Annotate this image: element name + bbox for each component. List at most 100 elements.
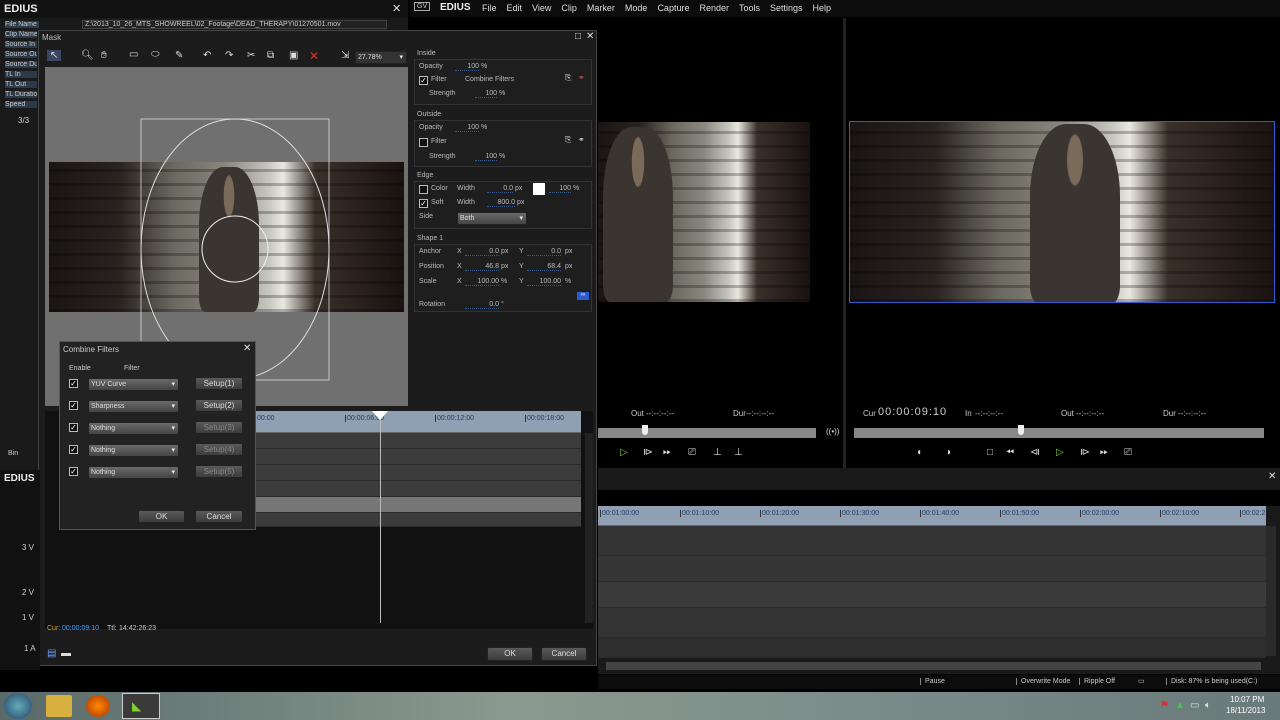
- recorder-next-frame-icon[interactable]: ⧐: [1080, 447, 1090, 458]
- tray-network-icon[interactable]: ▭: [1190, 700, 1199, 711]
- player-next-frame-icon[interactable]: ⧐: [643, 447, 653, 458]
- edius-taskbar-icon[interactable]: ◣: [122, 693, 160, 719]
- position-y[interactable]: 68.4: [527, 263, 561, 271]
- clock-time[interactable]: 10:07 PM: [1230, 695, 1264, 704]
- filter-link-icon[interactable]: ⚭: [578, 73, 585, 82]
- maximize-icon[interactable]: □: [575, 31, 581, 42]
- ellipse-tool-icon[interactable]: ⬭: [151, 49, 160, 60]
- edge-color-width[interactable]: 0.0: [487, 185, 513, 193]
- close-icon[interactable]: ✕: [1268, 471, 1276, 482]
- combine-cancel-button[interactable]: Cancel: [195, 510, 243, 523]
- rewind-icon[interactable]: ⏪︎: [1006, 447, 1014, 458]
- insert-to-timeline-icon[interactable]: ⊥: [713, 447, 722, 458]
- setup-button[interactable]: Setup(1): [195, 377, 243, 390]
- enable-checkbox[interactable]: ✓: [69, 401, 78, 410]
- menu-edit[interactable]: Edit: [507, 3, 523, 13]
- firefox-taskbar-icon[interactable]: [86, 695, 110, 717]
- zoom-select[interactable]: 27.78%: [355, 51, 407, 64]
- prev-frame-icon[interactable]: ⧏: [1030, 447, 1040, 458]
- close-icon[interactable]: ✕: [243, 343, 251, 354]
- recorder-play-icon[interactable]: ▷: [1056, 447, 1064, 458]
- filter-settings-icon[interactable]: ⎘: [565, 73, 571, 83]
- enable-checkbox[interactable]: ✓: [69, 379, 78, 388]
- player-loop-icon[interactable]: ⎚: [688, 447, 696, 458]
- menu-capture[interactable]: Capture: [657, 3, 689, 13]
- mask-timeline-ruler[interactable]: 00:00 00:00:06:00 00:00:12:00 00:00:18:00: [255, 411, 581, 433]
- copy-icon[interactable]: ⧉: [267, 50, 274, 61]
- rotation-value[interactable]: 0.0: [465, 301, 499, 309]
- mask-cancel-button[interactable]: Cancel: [541, 647, 587, 661]
- player-fast-forward-icon[interactable]: ⏩︎: [663, 447, 671, 458]
- tray-volume-icon[interactable]: 🔈︎: [1205, 700, 1211, 711]
- enable-checkbox[interactable]: ✓: [69, 423, 78, 432]
- player-play-icon[interactable]: ▷: [620, 447, 628, 458]
- recorder-loop-icon[interactable]: ⎚: [1124, 447, 1132, 458]
- link-scale-icon[interactable]: ∞: [577, 292, 589, 300]
- delete-icon[interactable]: ✕: [309, 49, 319, 63]
- timeline-v-scrollbar[interactable]: [1266, 526, 1276, 656]
- outside-filter-checkbox[interactable]: [419, 138, 428, 147]
- menu-settings[interactable]: Settings: [770, 3, 803, 13]
- menu-mode[interactable]: Mode: [625, 3, 648, 13]
- playhead[interactable]: [380, 411, 381, 623]
- filter-select[interactable]: Nothing: [88, 444, 179, 457]
- start-button[interactable]: [4, 693, 32, 719]
- overwrite-to-timeline-icon[interactable]: ⊥: [734, 447, 743, 458]
- scale-x[interactable]: 100.00: [465, 278, 499, 286]
- scale-y[interactable]: 100.00: [527, 278, 561, 286]
- menu-render[interactable]: Render: [699, 3, 729, 13]
- edge-soft-width[interactable]: 800.0: [487, 199, 515, 207]
- paste-icon[interactable]: ▣: [289, 50, 298, 61]
- hand-tool-icon[interactable]: ✋︎: [101, 50, 107, 61]
- filter-select[interactable]: Sharpness: [88, 400, 179, 413]
- set-in-icon[interactable]: ◖: [916, 447, 922, 458]
- setup-button[interactable]: Setup(2): [195, 399, 243, 412]
- undo-icon[interactable]: ↶: [203, 50, 211, 61]
- playhead-handle[interactable]: [372, 411, 388, 420]
- rectangle-tool-icon[interactable]: ▭: [129, 49, 138, 60]
- edge-color-checkbox[interactable]: [419, 185, 428, 194]
- zoom-tool-icon[interactable]: 🔍︎: [81, 50, 94, 61]
- timeline-ruler[interactable]: 00:01:00:00 00:01:10:00 00:01:20:00 00:01:3…: [598, 506, 1266, 526]
- close-icon[interactable]: ✕: [586, 31, 594, 42]
- filter-settings-icon[interactable]: ⎘: [565, 135, 571, 145]
- filter-select[interactable]: Nothing: [88, 466, 179, 479]
- setup-button[interactable]: Setup(4): [195, 443, 243, 456]
- filter-select[interactable]: Nothing: [88, 422, 179, 435]
- tray-drive-icon[interactable]: ▲: [1175, 700, 1185, 711]
- clock-date[interactable]: 18/11/2013: [1226, 706, 1265, 715]
- edge-color-opacity[interactable]: 100: [549, 185, 571, 193]
- position-x[interactable]: 46.8: [465, 263, 499, 271]
- filter-select[interactable]: YUV Curve: [88, 378, 179, 391]
- mask-ok-button[interactable]: OK: [487, 647, 533, 661]
- edge-soft-checkbox[interactable]: ✓: [419, 199, 428, 208]
- recorder-fast-forward-icon[interactable]: ⏩︎: [1100, 447, 1108, 458]
- layout-single-icon[interactable]: ▬: [61, 648, 71, 659]
- recorder-scrubber-thumb[interactable]: [1018, 425, 1024, 435]
- bin-tab[interactable]: Bin: [8, 450, 18, 457]
- outside-opacity[interactable]: 100: [455, 124, 479, 132]
- cut-icon[interactable]: ✂: [247, 50, 255, 61]
- monitor-divider[interactable]: [843, 18, 846, 468]
- pen-tool-icon[interactable]: ✎: [175, 50, 183, 61]
- fit-icon[interactable]: ⇲: [341, 50, 349, 61]
- enable-checkbox[interactable]: ✓: [69, 467, 78, 476]
- layout-split-icon[interactable]: ▤: [47, 648, 56, 659]
- close-icon[interactable]: ✕: [392, 2, 401, 15]
- enable-checkbox[interactable]: ✓: [69, 445, 78, 454]
- menu-file[interactable]: File: [482, 3, 497, 13]
- combine-ok-button[interactable]: OK: [138, 510, 185, 523]
- inside-strength[interactable]: 100: [475, 90, 497, 98]
- menu-tools[interactable]: Tools: [739, 3, 760, 13]
- timeline-h-scrollbar[interactable]: [606, 662, 1261, 670]
- anchor-x[interactable]: 0.0: [465, 248, 499, 256]
- anchor-y[interactable]: 0.0: [527, 248, 561, 256]
- player-scrubber[interactable]: [598, 425, 816, 438]
- outside-strength[interactable]: 100: [475, 153, 497, 161]
- scrollbar[interactable]: [585, 433, 593, 623]
- player-scrubber-thumb[interactable]: [641, 425, 648, 435]
- stop-icon[interactable]: □: [987, 447, 993, 458]
- edge-side-select[interactable]: Both: [457, 212, 527, 225]
- recorder-scrubber[interactable]: [854, 425, 1264, 438]
- filter-link-icon[interactable]: ⚭: [578, 135, 585, 144]
